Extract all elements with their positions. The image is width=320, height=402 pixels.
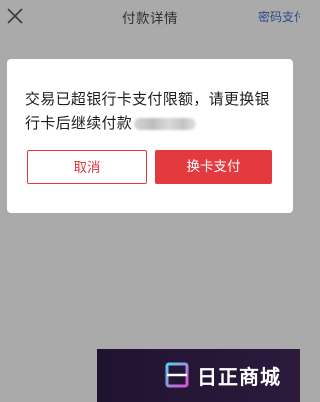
watermark: 日正商城	[97, 349, 300, 402]
brand-logo-icon	[165, 362, 189, 388]
payment-limit-dialog: 交易已超银行卡支付限额，请更换银行卡后继续付款 取消 换卡支付	[7, 59, 293, 213]
cancel-button[interactable]: 取消	[27, 150, 147, 184]
watermark-text: 日正商城	[197, 365, 281, 389]
dialog-message: 交易已超银行卡支付限额，请更换银行卡后继续付款	[25, 87, 277, 135]
switch-card-button[interactable]: 换卡支付	[155, 150, 272, 184]
masked-amount	[134, 117, 197, 130]
